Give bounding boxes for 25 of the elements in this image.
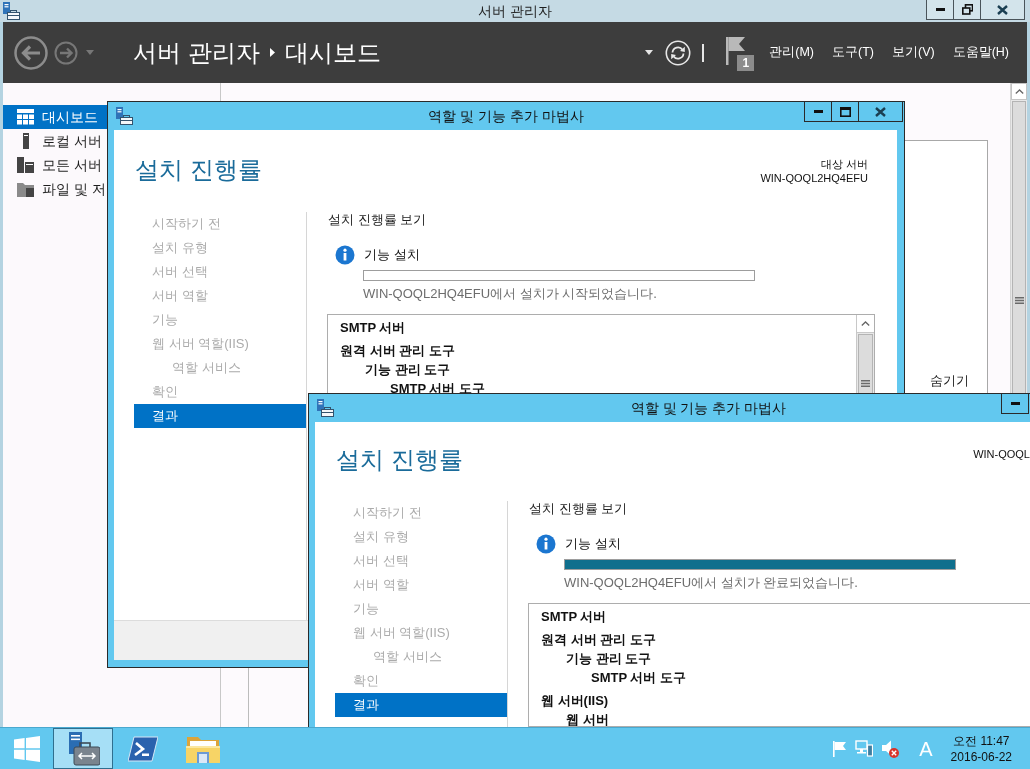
result-item: 원격 서버 관리 도구: [541, 631, 657, 649]
target-label: 대상 서버: [819, 157, 868, 171]
page-heading: 설치 진행률: [135, 155, 262, 185]
notification-badge: 1: [737, 54, 755, 71]
result-item: 원격 서버 관리 도구: [340, 342, 456, 360]
target-server: WIN-QOQL2HQ4EFU: [760, 171, 868, 185]
dialog-title: 역할 및 기능 추가 마법사: [630, 399, 787, 418]
window-title: 서버 관리자: [478, 2, 552, 21]
result-item: SMTP 서버: [541, 608, 608, 626]
result-item: 기능 관리 도구: [565, 650, 653, 668]
section-title: 설치 진행률 보기: [328, 212, 428, 228]
dialog-title: 역할 및 기능 추가 마법사: [428, 107, 584, 126]
result-item: 웹 서버: [565, 711, 610, 726]
result-item: 기능 관리 도구: [364, 361, 452, 379]
result-item: SMTP 서버: [340, 319, 407, 337]
page-heading: 설치 진행률: [336, 445, 463, 475]
result-item: SMTP 서버 도구: [590, 669, 688, 687]
status-text: WIN-QOQL2HQ4EFU에서 설치가 완료되었습니다.: [564, 575, 859, 591]
task-label: 기능 설치: [364, 247, 420, 263]
section-title: 설치 진행률 보기: [529, 501, 629, 517]
status-text: WIN-QOQL2HQ4EFU에서 설치가 시작되었습니다.: [363, 286, 658, 302]
result-item: 웹 서버(IIS): [541, 692, 610, 710]
target-server: WIN-QOQL: [973, 447, 1030, 461]
task-label: 기능 설치: [565, 536, 621, 552]
breadcrumb-current: 대시보드: [284, 37, 381, 68]
